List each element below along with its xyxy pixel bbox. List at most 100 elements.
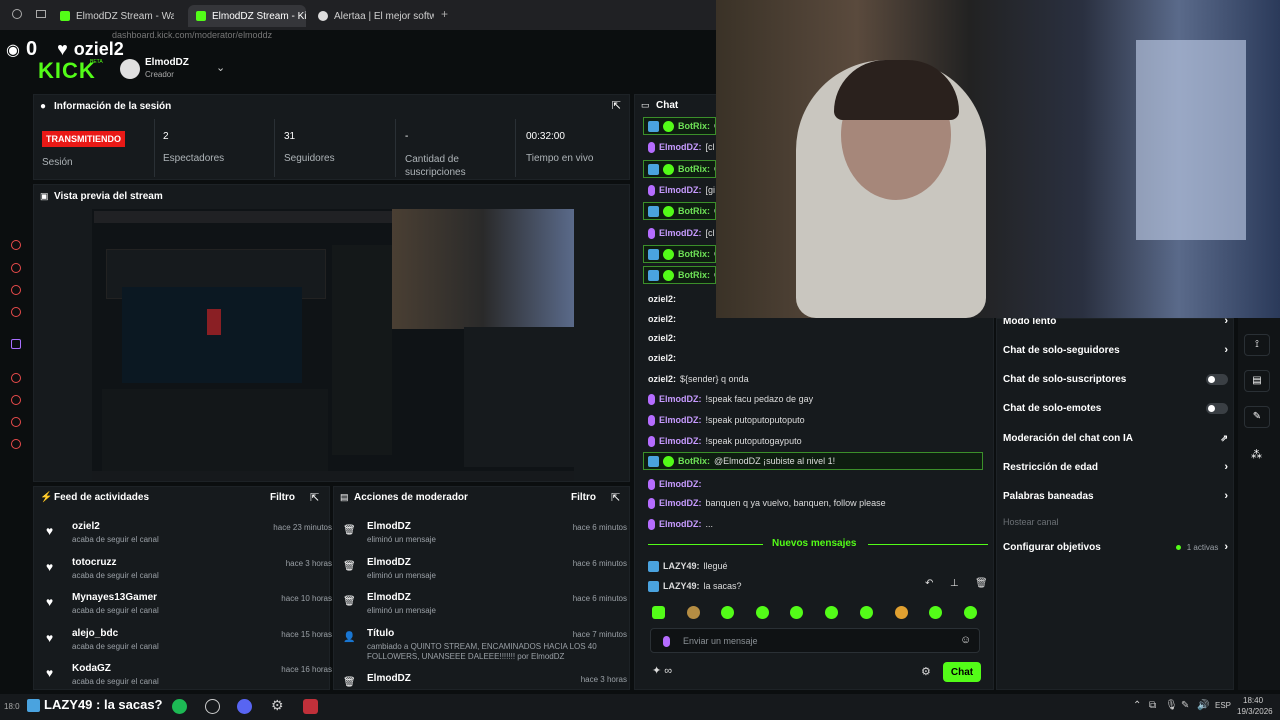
tray-volume-icon[interactable]: 🔊 bbox=[1197, 700, 1209, 711]
chat-username[interactable]: BotRix: bbox=[678, 456, 710, 466]
feed-filter-button[interactable]: Filtro bbox=[270, 492, 295, 503]
setting-control[interactable] bbox=[1206, 402, 1228, 414]
stream-preview-video[interactable] bbox=[92, 209, 574, 481]
chat-message[interactable]: ElmodDZ: !speak putoputoputoputo bbox=[648, 411, 805, 429]
emote-icon[interactable] bbox=[895, 606, 908, 619]
obs-icon[interactable] bbox=[205, 699, 220, 714]
chat-username[interactable]: oziel2: bbox=[648, 294, 676, 304]
chat-message[interactable]: BotRix:G bbox=[643, 245, 716, 263]
chevron-right-icon[interactable]: › bbox=[1224, 490, 1228, 502]
chat-message[interactable]: oziel2: ${sender} q onda bbox=[648, 370, 749, 388]
setting-row[interactable]: Restricción de edad › bbox=[1003, 456, 1228, 478]
send-chat-button[interactable]: Chat bbox=[943, 662, 981, 682]
chat-message[interactable]: ElmodDZ: [cl bbox=[648, 224, 715, 242]
feed-item[interactable]: ♥ oziel2 acaba de seguir el canal hace 23 m… bbox=[42, 521, 332, 555]
new-tab-icon[interactable]: + bbox=[441, 7, 448, 21]
pin-icon[interactable]: ⊥ bbox=[950, 578, 959, 589]
chat-message[interactable]: ElmodDZ:... bbox=[648, 515, 713, 533]
emote-icon[interactable] bbox=[756, 606, 769, 619]
delete-message-icon[interactable]: 🗑 bbox=[975, 578, 988, 589]
channel-switch-chevron-icon[interactable]: ⌄ bbox=[216, 61, 225, 74]
setting-row[interactable]: Chat de solo-suscriptores bbox=[1003, 368, 1228, 390]
chat-message[interactable]: oziel2: bbox=[648, 310, 680, 328]
rail-mail-icon[interactable] bbox=[11, 285, 21, 295]
rail-wrench-icon[interactable]: ✎ bbox=[1244, 406, 1270, 428]
setting-row[interactable]: Chat de solo-emotes bbox=[1003, 397, 1228, 419]
chat-username[interactable]: ElmodDZ: bbox=[659, 498, 702, 508]
chat-message[interactable]: ElmodDZ: banquen q ya vuelvo, banquen, fo… bbox=[648, 494, 886, 512]
chat-username[interactable]: oziel2: bbox=[648, 353, 676, 363]
tray-mic-icon[interactable]: 🎙 bbox=[1165, 700, 1178, 711]
setting-row[interactable]: Configurar objetivos 1 activas › bbox=[1003, 536, 1228, 558]
rail-gift-icon[interactable] bbox=[11, 263, 21, 273]
emote-icon[interactable] bbox=[790, 606, 803, 619]
new-messages-divider[interactable]: Nuevos mensajes bbox=[648, 538, 988, 552]
rail-share-icon[interactable]: ⁂ bbox=[1251, 448, 1262, 461]
chat-message[interactable]: ElmodDZ: !speak facu pedazo de gay bbox=[648, 390, 813, 408]
setting-row[interactable]: Moderación del chat con IA ⇗ bbox=[1003, 427, 1228, 449]
rail-record-icon[interactable] bbox=[11, 373, 21, 383]
chat-message[interactable]: oziel2: bbox=[648, 290, 680, 308]
setting-control[interactable]: › bbox=[1224, 461, 1228, 473]
feed-item[interactable]: ♥ alejo_bdc acaba de seguir el canal hace 1… bbox=[42, 628, 332, 662]
chevron-right-icon[interactable]: › bbox=[1224, 344, 1228, 356]
rail-twitch-icon[interactable] bbox=[11, 339, 21, 349]
chat-message[interactable]: ElmodDZ: bbox=[648, 475, 706, 493]
chat-username[interactable]: ElmodDZ: bbox=[659, 519, 702, 529]
mod-action-item[interactable]: 👤 Título cambiado a QUINTO STREAM, ENCAMIN… bbox=[337, 628, 627, 672]
rail-settings-icon[interactable] bbox=[11, 439, 21, 449]
channel-avatar[interactable] bbox=[120, 59, 140, 79]
setting-row[interactable]: Chat de solo-seguidores › bbox=[1003, 339, 1228, 361]
chat-message[interactable]: BotRix:G bbox=[643, 117, 716, 135]
kick-logo[interactable]: KICK bbox=[38, 58, 96, 84]
chat-username[interactable]: BotRix: bbox=[678, 121, 710, 131]
popout-icon[interactable]: ⇱ bbox=[612, 99, 621, 112]
chevron-right-icon[interactable]: › bbox=[1224, 461, 1228, 473]
emote-icon[interactable] bbox=[929, 606, 942, 619]
mod-action-item[interactable]: 🗑 ElmodDZ eliminó un mensaje hace 6 minutos bbox=[337, 521, 627, 555]
setting-control[interactable]: 1 activas › bbox=[1175, 541, 1228, 553]
tab-overview-icon[interactable] bbox=[36, 10, 46, 18]
rail-sound-icon[interactable] bbox=[11, 395, 21, 405]
toggle-switch[interactable] bbox=[1206, 402, 1228, 414]
chat-username[interactable]: BotRix: bbox=[678, 270, 710, 280]
emoji-icon[interactable]: ☺ bbox=[960, 634, 971, 646]
chat-username[interactable]: ElmodDZ: bbox=[659, 479, 702, 489]
chat-message[interactable]: BotRix:G bbox=[643, 202, 716, 220]
chat-username[interactable]: ElmodDZ: bbox=[659, 142, 702, 152]
tab-dashboard[interactable]: ElmodDZ Stream - Kick D bbox=[188, 5, 306, 27]
chat-message[interactable]: BotRix: @ElmodDZ ¡subiste al nivel 1! bbox=[643, 452, 983, 470]
chat-username[interactable]: ElmodDZ: bbox=[659, 228, 702, 238]
chat-username[interactable]: oziel2: bbox=[648, 374, 676, 384]
rail-panel-icon[interactable]: ▤ bbox=[1244, 370, 1270, 392]
setting-control[interactable]: › bbox=[1224, 344, 1228, 356]
setting-control[interactable] bbox=[1206, 373, 1228, 385]
setting-control[interactable]: ⇗ bbox=[1220, 433, 1228, 444]
emote-icon[interactable] bbox=[825, 606, 838, 619]
feed-item[interactable]: ♥ Mynayes13Gamer acaba de seguir el canal h… bbox=[42, 592, 332, 626]
tray-network-icon[interactable]: ⧉ bbox=[1149, 700, 1156, 711]
emote-icon[interactable] bbox=[721, 606, 734, 619]
feed-item[interactable]: ♥ totocruzz acaba de seguir el canal hace 3… bbox=[42, 557, 332, 591]
chat-settings-gear-icon[interactable]: ⚙ bbox=[921, 665, 931, 678]
discord-icon[interactable] bbox=[237, 699, 252, 714]
chat-message[interactable]: oziel2: bbox=[648, 329, 680, 347]
chat-username[interactable]: oziel2: bbox=[648, 314, 676, 324]
external-link-icon[interactable]: ⇗ bbox=[1220, 433, 1228, 444]
mod-action-item[interactable]: 🗑 ElmodDZ eliminó un mensaje hace 6 minutos bbox=[337, 592, 627, 626]
setting-row[interactable]: Palabras baneadas › bbox=[1003, 485, 1228, 507]
chat-message[interactable]: ElmodDZ: !speak putoputogayputo bbox=[648, 432, 802, 450]
tray-chevron-icon[interactable]: ⌃ bbox=[1133, 700, 1141, 711]
chat-username[interactable]: ElmodDZ: bbox=[659, 394, 702, 404]
chat-username[interactable]: BotRix: bbox=[678, 249, 710, 259]
tray-pen-icon[interactable]: ✎ bbox=[1181, 700, 1189, 711]
modactions-popout-icon[interactable]: ⇱ bbox=[611, 491, 620, 504]
points-icon[interactable]: ✦ ∞ bbox=[652, 664, 672, 677]
tab-watch[interactable]: ElmodDZ Stream - Watch bbox=[52, 5, 174, 27]
feed-popout-icon[interactable]: ⇱ bbox=[310, 491, 319, 504]
chat-username[interactable]: oziel2: bbox=[648, 333, 676, 343]
emote-icon[interactable] bbox=[652, 606, 665, 619]
spotify-icon[interactable] bbox=[172, 699, 187, 714]
tray-language[interactable]: ESP bbox=[1215, 701, 1231, 710]
rail-live-icon[interactable] bbox=[11, 240, 21, 250]
